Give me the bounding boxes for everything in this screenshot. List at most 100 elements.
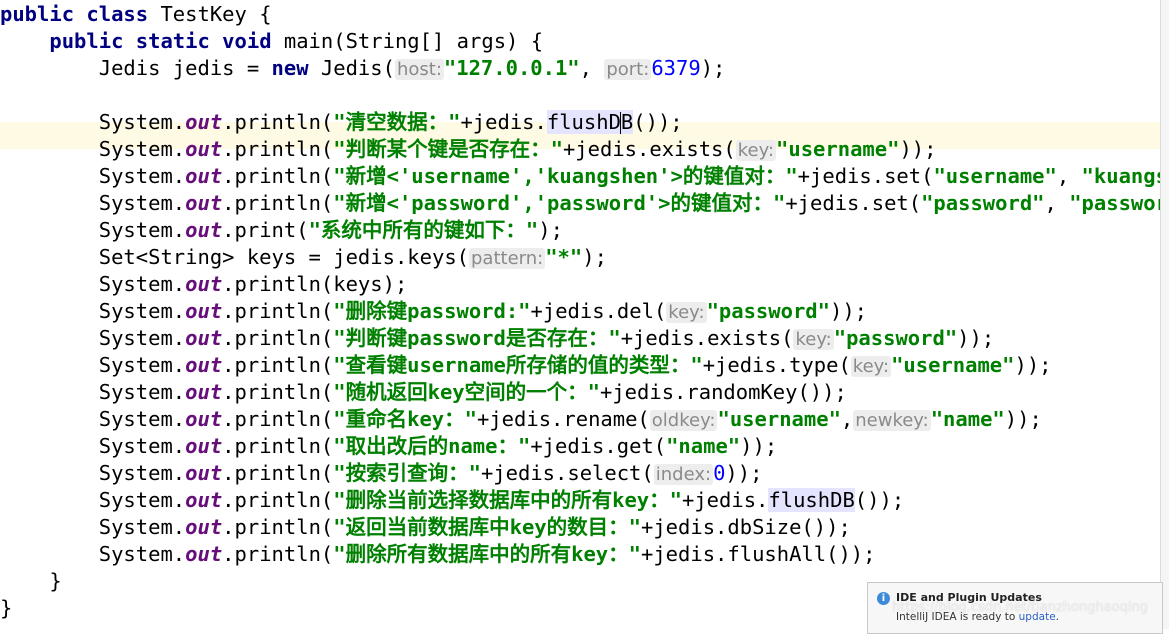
code-token: out bbox=[185, 299, 223, 323]
code-token: "查看键username所存储的值的类型：" bbox=[333, 353, 703, 377]
code-token: } bbox=[0, 596, 13, 620]
code-line[interactable]: System.out.println("返回当前数据库中key的数目："+jed… bbox=[0, 514, 851, 541]
code-token: .println( bbox=[222, 407, 334, 431]
code-line[interactable]: System.out.println("新增<'password','passw… bbox=[0, 190, 1160, 217]
code-token: "随机返回key空间的一个：" bbox=[333, 380, 600, 404]
code-token: ); bbox=[538, 218, 563, 242]
code-token: .println( bbox=[222, 461, 334, 485]
code-token: "新增<'username','kuangshen'>的键值对：" bbox=[333, 164, 798, 188]
code-token: "name" bbox=[666, 434, 741, 458]
code-token: "*" bbox=[545, 245, 583, 269]
code-token: +jedis.rename( bbox=[476, 407, 650, 431]
code-token: "系统中所有的键如下：" bbox=[308, 218, 539, 242]
code-token: System. bbox=[0, 164, 186, 188]
parameter-hint: oldkey: bbox=[649, 410, 718, 431]
scrollbar[interactable] bbox=[1160, 0, 1169, 629]
code-token: B bbox=[620, 110, 634, 134]
code-token: +jedis.get( bbox=[530, 434, 667, 458]
code-line[interactable]: System.out.println("查看键username所存储的值的类型：… bbox=[0, 352, 1052, 379]
code-token: System. bbox=[0, 137, 186, 161]
code-token: +jedis.exists( bbox=[562, 137, 736, 161]
parameter-hint: key: bbox=[666, 302, 707, 323]
parameter-hint: key: bbox=[793, 329, 834, 350]
code-line[interactable]: System.out.println("按索引查询："+jedis.select… bbox=[0, 460, 762, 487]
code-line[interactable]: public class TestKey { bbox=[0, 1, 272, 28]
code-line[interactable]: System.out.println("判断某个键是否存在："+jedis.ex… bbox=[0, 136, 936, 163]
code-token: +jedis.randomKey()); bbox=[599, 380, 847, 404]
code-token: , bbox=[1056, 164, 1082, 188]
code-token: "删除当前选择数据库中的所有key：" bbox=[333, 488, 682, 512]
code-token: )); bbox=[1014, 353, 1052, 377]
code-token: ); bbox=[700, 56, 726, 80]
code-token: System. bbox=[0, 380, 186, 404]
info-icon: i bbox=[877, 592, 890, 605]
code-token: TestKey { bbox=[160, 2, 272, 26]
code-line[interactable]: System.out.println("删除键password:"+jedis.… bbox=[0, 298, 867, 325]
code-token: .println( bbox=[222, 353, 334, 377]
code-token: out bbox=[185, 407, 223, 431]
code-token: .println(keys); bbox=[222, 272, 408, 296]
code-line[interactable]: } bbox=[0, 595, 12, 622]
code-token: System. bbox=[0, 353, 186, 377]
code-line[interactable]: } bbox=[0, 568, 61, 595]
code-token: System. bbox=[0, 434, 186, 458]
code-token: "新增<'password','password'>的键值对：" bbox=[333, 191, 786, 215]
code-token: out bbox=[185, 137, 223, 161]
update-link[interactable]: update bbox=[1019, 611, 1056, 623]
code-token: ); bbox=[582, 245, 607, 269]
parameter-hint: key: bbox=[735, 140, 777, 161]
code-editor[interactable]: public class TestKey { public static voi… bbox=[0, 0, 1160, 629]
code-token: "重命名key：" bbox=[333, 407, 477, 431]
code-token: "删除所有数据库中的所有key：" bbox=[333, 542, 641, 566]
code-token: , bbox=[1044, 191, 1070, 215]
code-token: "取出改后的name：" bbox=[333, 434, 531, 458]
code-line[interactable]: System.out.println("删除当前选择数据库中的所有key："+j… bbox=[0, 487, 904, 514]
code-token: ()); bbox=[633, 110, 683, 134]
code-line[interactable]: public static void main(String[] args) { bbox=[0, 28, 543, 55]
parameter-hint: port: bbox=[604, 59, 652, 80]
code-token: "按索引查询：" bbox=[333, 461, 481, 485]
code-token: 6379 bbox=[651, 56, 701, 80]
code-token: )); bbox=[957, 326, 995, 350]
code-line[interactable]: Set<String> keys = jedis.keys(pattern:"*… bbox=[0, 244, 607, 271]
code-line[interactable]: System.out.println(keys); bbox=[0, 271, 408, 298]
code-token: +jedis.flushAll()); bbox=[640, 542, 876, 566]
code-token: System. bbox=[0, 191, 186, 215]
code-token: out bbox=[185, 272, 223, 296]
message-suffix: . bbox=[1055, 611, 1059, 623]
code-line[interactable]: System.out.println("删除所有数据库中的所有key："+jed… bbox=[0, 541, 876, 568]
code-token: out bbox=[185, 488, 223, 512]
code-token: "username" bbox=[891, 353, 1015, 377]
code-token: +jedis.type( bbox=[702, 353, 851, 377]
code-token: +jedis. bbox=[460, 110, 547, 134]
notification-message: IntelliJ IDEA is ready to update. bbox=[896, 611, 1059, 623]
code-token: .println( bbox=[222, 380, 334, 404]
code-token: .println( bbox=[222, 326, 334, 350]
code-token: System. bbox=[0, 515, 186, 539]
code-line[interactable]: System.out.println("重命名key："+jedis.renam… bbox=[0, 406, 1042, 433]
code-line[interactable]: System.out.print("系统中所有的键如下："); bbox=[0, 217, 563, 244]
code-token: +jedis.del( bbox=[530, 299, 667, 323]
parameter-hint: pattern: bbox=[469, 248, 546, 269]
code-token: "password" bbox=[1069, 191, 1160, 215]
code-token: out bbox=[185, 542, 223, 566]
update-notification[interactable]: i IDE and Plugin Updates IntelliJ IDEA i… bbox=[867, 582, 1163, 634]
code-token: "username" bbox=[933, 164, 1057, 188]
code-line[interactable]: Jedis jedis = new Jedis(host:"127.0.0.1"… bbox=[0, 55, 725, 82]
code-line[interactable]: System.out.println("清空数据："+jedis.flushDB… bbox=[0, 109, 683, 136]
code-line[interactable]: System.out.println("新增<'username','kuang… bbox=[0, 163, 1160, 190]
code-line[interactable]: System.out.println("判断键password是否存在："+je… bbox=[0, 325, 994, 352]
code-token: +jedis.exists( bbox=[620, 326, 794, 350]
code-line[interactable]: System.out.println("随机返回key空间的一个："+jedis… bbox=[0, 379, 847, 406]
code-token: .println( bbox=[222, 191, 334, 215]
code-token: )); bbox=[740, 434, 778, 458]
code-token: System. bbox=[0, 218, 186, 242]
code-token: .println( bbox=[222, 488, 334, 512]
message-text: IntelliJ IDEA is ready to bbox=[896, 611, 1019, 623]
code-token: +jedis.select( bbox=[480, 461, 654, 485]
code-token: out bbox=[185, 326, 223, 350]
code-token: +jedis.set( bbox=[797, 164, 934, 188]
code-line[interactable]: System.out.println("取出改后的name："+jedis.ge… bbox=[0, 433, 777, 460]
code-token: "name" bbox=[930, 407, 1005, 431]
code-token: out bbox=[185, 353, 223, 377]
